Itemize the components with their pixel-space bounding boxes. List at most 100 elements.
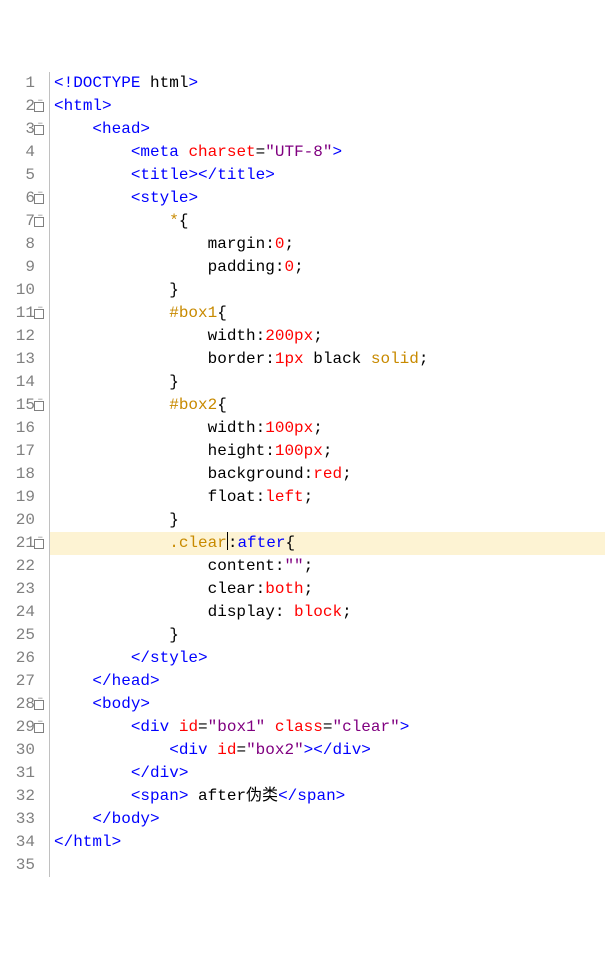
line-number[interactable]: 34 (0, 831, 45, 854)
code-line[interactable]: #box1{ (50, 302, 605, 325)
code-token: } (169, 511, 179, 529)
code-editor[interactable]: 1234567891011121314151617181920212223242… (0, 72, 605, 877)
line-number[interactable]: 27 (0, 670, 45, 693)
code-line[interactable]: </html> (50, 831, 605, 854)
code-line[interactable]: </style> (50, 647, 605, 670)
code-line[interactable]: <div id="box1" class="clear"> (50, 716, 605, 739)
code-line[interactable]: border:1px black solid; (50, 348, 605, 371)
code-token: < (92, 120, 102, 138)
line-number[interactable]: 31 (0, 762, 45, 785)
line-number-gutter[interactable]: 1234567891011121314151617181920212223242… (0, 72, 50, 877)
line-number[interactable]: 9 (0, 256, 45, 279)
line-number[interactable]: 35 (0, 854, 45, 877)
line-number[interactable]: 25 (0, 624, 45, 647)
line-number[interactable]: 14 (0, 371, 45, 394)
code-line[interactable]: <div id="box2"></div> (50, 739, 605, 762)
line-number[interactable]: 19 (0, 486, 45, 509)
line-number[interactable]: 3 (0, 118, 45, 141)
code-token: style (140, 189, 188, 207)
code-token: class (275, 718, 323, 736)
code-token: 0 (284, 258, 294, 276)
line-number[interactable]: 5 (0, 164, 45, 187)
code-line[interactable]: <style> (50, 187, 605, 210)
code-line[interactable]: #box2{ (50, 394, 605, 417)
line-number[interactable]: 20 (0, 509, 45, 532)
code-line[interactable]: clear:both; (50, 578, 605, 601)
code-line[interactable]: } (50, 624, 605, 647)
code-line[interactable]: <head> (50, 118, 605, 141)
code-token: meta (140, 143, 178, 161)
line-number[interactable]: 10 (0, 279, 45, 302)
line-number[interactable]: 11 (0, 302, 45, 325)
code-token: .clear (169, 534, 227, 552)
line-number[interactable]: 13 (0, 348, 45, 371)
code-line[interactable]: content:""; (50, 555, 605, 578)
code-line[interactable]: } (50, 509, 605, 532)
code-line[interactable]: } (50, 371, 605, 394)
code-line[interactable]: float:left; (50, 486, 605, 509)
code-area[interactable]: <!DOCTYPE html><html> <head> <meta chars… (50, 72, 605, 877)
line-number[interactable]: 23 (0, 578, 45, 601)
code-token: = (236, 741, 246, 759)
code-line[interactable]: <html> (50, 95, 605, 118)
code-token: id (179, 718, 198, 736)
code-line[interactable]: height:100px; (50, 440, 605, 463)
code-line[interactable]: </body> (50, 808, 605, 831)
code-token: : (304, 465, 314, 483)
code-token: > (112, 833, 122, 851)
code-token: id (217, 741, 236, 759)
code-line[interactable]: width:200px; (50, 325, 605, 348)
code-token: 0 (275, 235, 285, 253)
line-number[interactable]: 16 (0, 417, 45, 440)
code-line[interactable]: <body> (50, 693, 605, 716)
line-number[interactable]: 1 (0, 72, 45, 95)
line-number[interactable]: 24 (0, 601, 45, 624)
line-number[interactable]: 2 (0, 95, 45, 118)
code-token: > (400, 718, 410, 736)
line-number[interactable]: 17 (0, 440, 45, 463)
code-token: : (265, 235, 275, 253)
line-number[interactable]: 15 (0, 394, 45, 417)
line-number[interactable]: 33 (0, 808, 45, 831)
line-number[interactable]: 12 (0, 325, 45, 348)
code-line[interactable]: background:red; (50, 463, 605, 486)
code-line[interactable]: </div> (50, 762, 605, 785)
line-number[interactable]: 21 (0, 532, 45, 555)
code-token: } (169, 626, 179, 644)
code-line[interactable]: margin:0; (50, 233, 605, 256)
line-number[interactable]: 4 (0, 141, 45, 164)
line-number[interactable]: 22 (0, 555, 45, 578)
code-line[interactable]: .clear:after{ (50, 532, 605, 555)
code-line[interactable]: <!DOCTYPE html> (50, 72, 605, 95)
line-number[interactable]: 30 (0, 739, 45, 762)
code-line[interactable] (50, 854, 605, 877)
code-line[interactable]: width:100px; (50, 417, 605, 440)
line-number[interactable]: 8 (0, 233, 45, 256)
code-token: > (198, 649, 208, 667)
line-number[interactable]: 26 (0, 647, 45, 670)
code-token: > (179, 764, 189, 782)
code-token: ; (304, 557, 314, 575)
code-line[interactable]: </head> (50, 670, 605, 693)
code-token: </ (198, 166, 217, 184)
line-number[interactable]: 32 (0, 785, 45, 808)
code-token: ; (323, 442, 333, 460)
code-line[interactable]: *{ (50, 210, 605, 233)
code-line[interactable]: <span> after伪类</span> (50, 785, 605, 808)
line-number[interactable]: 29 (0, 716, 45, 739)
line-number[interactable]: 7 (0, 210, 45, 233)
code-token: : (265, 442, 275, 460)
line-number[interactable]: 28 (0, 693, 45, 716)
code-token: div (179, 741, 208, 759)
line-number[interactable]: 6 (0, 187, 45, 210)
code-token: > (150, 672, 160, 690)
code-token: : (256, 419, 266, 437)
code-token: : (228, 534, 238, 552)
code-line[interactable]: display: block; (50, 601, 605, 624)
code-line[interactable]: padding:0; (50, 256, 605, 279)
code-line[interactable]: <title></title> (50, 164, 605, 187)
code-token: body (112, 810, 150, 828)
code-line[interactable]: } (50, 279, 605, 302)
code-line[interactable]: <meta charset="UTF-8"> (50, 141, 605, 164)
line-number[interactable]: 18 (0, 463, 45, 486)
